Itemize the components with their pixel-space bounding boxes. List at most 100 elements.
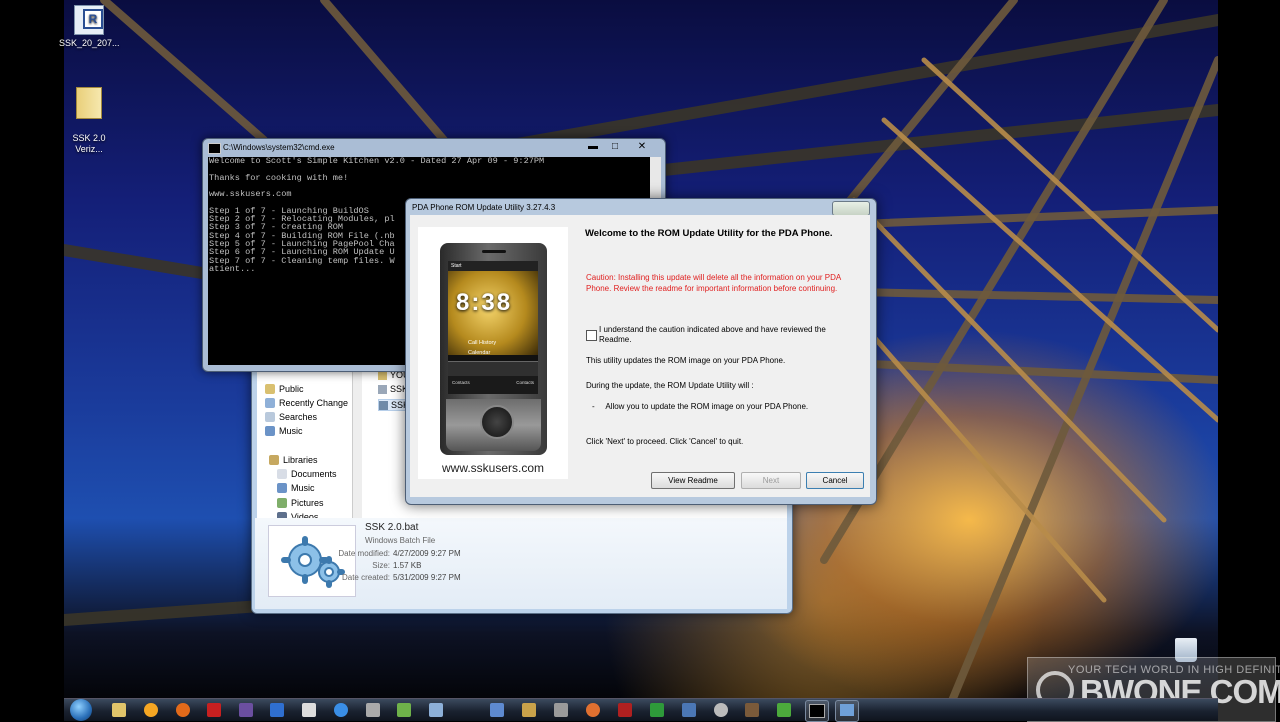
rom-utility-taskbar-button[interactable] — [835, 700, 859, 722]
dialog-close-button[interactable] — [832, 201, 870, 216]
nav-item-pictures[interactable]: Pictures — [277, 498, 324, 508]
nav-item-recently-changed[interactable]: Recently Change — [265, 398, 348, 408]
app-taskbar-icon[interactable] — [714, 703, 728, 717]
console-icon — [208, 143, 221, 154]
navigation-pane: Public Recently Change Searches Music Li… — [257, 366, 360, 522]
cancel-button[interactable]: Cancel — [806, 472, 864, 489]
pictures-icon — [277, 498, 287, 508]
explorer-taskbar-icon[interactable] — [112, 703, 126, 717]
taskbar — [64, 698, 1218, 722]
app-taskbar-icon[interactable] — [429, 703, 443, 717]
nav-item-searches[interactable]: Searches — [265, 412, 317, 422]
recent-icon — [265, 398, 275, 408]
app-r-icon: R — [74, 5, 104, 35]
search-icon — [265, 412, 275, 422]
dialog-title: PDA Phone ROM Update Utility 3.27.4.3 — [412, 203, 556, 212]
nav-item-music[interactable]: Music — [265, 426, 303, 436]
app-taskbar-icon[interactable] — [745, 703, 759, 717]
nav-item-documents[interactable]: Documents — [277, 469, 337, 479]
console-line: Thanks for cooking with me! — [209, 172, 349, 183]
app-taskbar-icon[interactable] — [554, 703, 568, 717]
minimize-button[interactable]: ▬ — [583, 140, 603, 153]
cmd-window-controls: ▬ □ ✕ — [583, 140, 657, 153]
app-taskbar-icon[interactable] — [397, 703, 411, 717]
details-filetype: Windows Batch File — [365, 536, 436, 545]
details-size: Size: 1.57 KB — [295, 561, 421, 570]
nav-label: Pictures — [291, 498, 324, 508]
start-button[interactable] — [70, 699, 92, 721]
cmd-taskbar-button[interactable] — [805, 700, 829, 722]
caution-text: Caution: Installing this update will del… — [586, 273, 841, 293]
app-taskbar-icon[interactable] — [586, 703, 600, 717]
documents-icon — [277, 469, 287, 479]
details-value: 1.57 KB — [393, 561, 422, 570]
maximize-button[interactable]: □ — [605, 140, 625, 153]
details-value: 4/27/2009 9:27 PM — [393, 549, 461, 558]
nav-label: Recently Change — [279, 398, 349, 408]
nav-item-libraries[interactable]: Libraries — [269, 455, 318, 465]
nav-label: Public — [279, 384, 304, 394]
music-icon — [277, 483, 287, 493]
right-letterbox — [1218, 0, 1280, 720]
details-key: Date modified: — [338, 549, 390, 558]
rom-update-dialog[interactable]: PDA Phone ROM Update Utility 3.27.4.3 St… — [405, 198, 877, 505]
phone-menu-item: Call History — [468, 340, 497, 346]
batch-file-icon — [379, 400, 388, 410]
app-taskbar-icon[interactable] — [239, 703, 253, 717]
folder-icon — [265, 384, 275, 394]
app-taskbar-icon[interactable] — [270, 703, 284, 717]
phone-softkey: Contacts — [516, 380, 534, 385]
phone-keypad — [446, 399, 541, 451]
nav-label: Libraries — [283, 455, 318, 465]
close-button[interactable]: ✕ — [627, 140, 657, 153]
chrome-taskbar-icon[interactable] — [144, 703, 158, 717]
filezilla-taskbar-icon[interactable] — [207, 703, 221, 717]
cmd-title: C:\Windows\system32\cmd.exe — [223, 143, 335, 152]
desktop-icon-ssk-exe[interactable]: R SSK_20_207... — [59, 5, 120, 49]
desktop-icon-ssk-folder[interactable]: SSK 2.0 Veriz... — [59, 76, 119, 155]
console-line: Welcome to Scott's Simple Kitchen v2.0 -… — [209, 157, 545, 166]
ie-taskbar-icon[interactable] — [334, 703, 348, 717]
app-taskbar-icon[interactable] — [490, 703, 504, 717]
details-key: Date created: — [341, 573, 390, 582]
info-text: This utility updates the ROM image on yo… — [586, 356, 786, 365]
details-value: 5/31/2009 9:27 PM — [393, 573, 461, 582]
app-taskbar-icon[interactable] — [618, 703, 632, 717]
phone-tab-bar — [448, 361, 538, 376]
app-taskbar-icon[interactable] — [777, 703, 791, 717]
agree-checkbox-label[interactable]: I understand the caution indicated above… — [599, 325, 854, 345]
app-taskbar-icon[interactable] — [302, 703, 316, 717]
app-icon — [840, 704, 854, 716]
console-icon — [809, 704, 825, 718]
phone-screen: Start 8:38 Call History Calendar Contact… — [448, 261, 538, 394]
details-filename: SSK 2.0.bat — [365, 522, 419, 533]
file-item[interactable]: SSK — [378, 384, 408, 394]
details-date-modified: Date modified: 4/27/2009 9:27 PM — [295, 549, 461, 558]
phone-softkeys: Contacts Contacts — [448, 376, 538, 394]
next-button[interactable]: Next — [741, 472, 801, 489]
desktop-icon-label: SSK_20_207... — [59, 38, 120, 48]
nav-label: Music — [279, 426, 303, 436]
agree-checkbox[interactable] — [586, 330, 597, 341]
app-taskbar-icon[interactable] — [682, 703, 696, 717]
app-taskbar-icon[interactable] — [522, 703, 536, 717]
desktop-icon-label: SSK 2.0 Veriz... — [72, 133, 106, 154]
phone-image: Start 8:38 Call History Calendar Contact… — [418, 227, 568, 479]
pda-phone-illustration: Start 8:38 Call History Calendar Contact… — [440, 243, 547, 455]
nav-item-public[interactable]: Public — [265, 384, 304, 394]
website-url: www.sskusers.com — [441, 461, 545, 475]
speaker-grille — [482, 250, 506, 253]
app-taskbar-icon[interactable] — [366, 703, 380, 717]
phone-menu-item: Calendar — [468, 350, 491, 356]
phone-clock: 8:38 — [456, 289, 513, 316]
firefox-taskbar-icon[interactable] — [176, 703, 190, 717]
phone-status-bar: Start — [448, 261, 538, 271]
dialog-body: Start 8:38 Call History Calendar Contact… — [410, 215, 870, 497]
details-key: Size: — [372, 561, 390, 570]
info-bullet: - Allow you to update the ROM image on y… — [592, 402, 809, 411]
phone-dpad — [480, 405, 514, 439]
music-icon — [265, 426, 275, 436]
view-readme-button[interactable]: View Readme — [651, 472, 735, 489]
app-taskbar-icon[interactable] — [650, 703, 664, 717]
nav-item-music-lib[interactable]: Music — [277, 483, 315, 493]
